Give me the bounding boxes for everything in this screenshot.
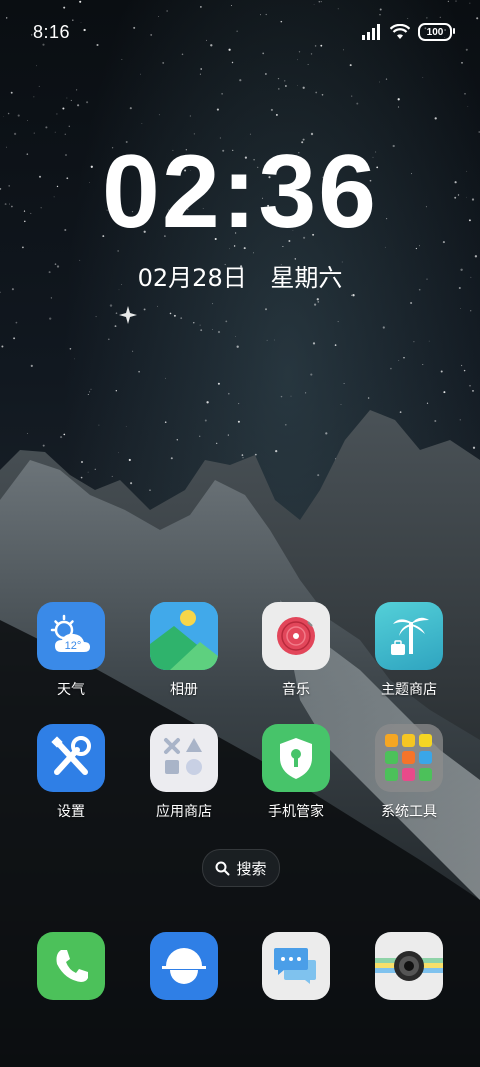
app-label-app-store: 应用商店 [156, 804, 212, 820]
status-icons: 100 [362, 23, 455, 41]
app-label-music: 音乐 [282, 682, 310, 698]
app-label-system-tools: 系统工具 [381, 804, 437, 820]
dock-camera[interactable] [359, 932, 459, 1000]
date-widget: 02月28日 星期六 [0, 258, 480, 293]
weekday-text: 星期六 [270, 264, 343, 292]
status-time: 8:16 [33, 22, 71, 42]
search-icon [215, 861, 230, 875]
dock [0, 932, 480, 1002]
app-row-2: 设置 应用商店 手机管家 系统工具 [0, 724, 480, 844]
camera-icon [375, 932, 443, 1000]
app-label-settings: 设置 [57, 804, 85, 820]
app-theme-store[interactable]: 主题商店 [359, 602, 459, 699]
dock-browser[interactable] [134, 932, 234, 1000]
app-settings[interactable]: 设置 [21, 724, 121, 821]
status-bar: 8:16 100 [0, 0, 480, 66]
signal-icon [362, 24, 380, 40]
wifi-icon [390, 24, 410, 39]
app-phone-manager[interactable]: 手机管家 [246, 724, 346, 821]
app-weather[interactable]: 12° 天气 [21, 602, 121, 699]
theme-store-icon [375, 602, 443, 670]
app-app-store[interactable]: 应用商店 [134, 724, 234, 821]
search-button[interactable]: 搜索 [202, 849, 280, 887]
settings-icon [37, 724, 105, 792]
system-tools-folder-icon [375, 724, 443, 792]
starfield-background [0, 0, 480, 600]
music-icon [262, 602, 330, 670]
browser-icon [150, 932, 218, 1000]
date-text: 02月28日 [137, 264, 247, 292]
app-label-weather: 天气 [57, 682, 85, 698]
app-label-gallery: 相册 [170, 682, 198, 698]
search-label: 搜索 [236, 859, 267, 878]
battery-indicator: 100 [418, 23, 455, 41]
app-label-theme-store: 主题商店 [381, 682, 437, 698]
app-row-1: 12° 天气 相册 音乐 主题商店 [0, 602, 480, 722]
phone-manager-icon [262, 724, 330, 792]
clock-widget[interactable]: 02:36 [0, 140, 480, 244]
app-system-tools[interactable]: 系统工具 [359, 724, 459, 821]
weather-icon: 12° [37, 602, 105, 670]
weather-temp: 12° [65, 640, 82, 652]
gallery-icon [150, 602, 218, 670]
dock-messages[interactable] [246, 932, 346, 1000]
app-gallery[interactable]: 相册 [134, 602, 234, 699]
messages-icon [262, 932, 330, 1000]
app-label-phone-manager: 手机管家 [268, 804, 324, 820]
app-music[interactable]: 音乐 [246, 602, 346, 699]
app-store-icon [150, 724, 218, 792]
phone-icon [37, 932, 105, 1000]
dock-phone[interactable] [21, 932, 121, 1000]
